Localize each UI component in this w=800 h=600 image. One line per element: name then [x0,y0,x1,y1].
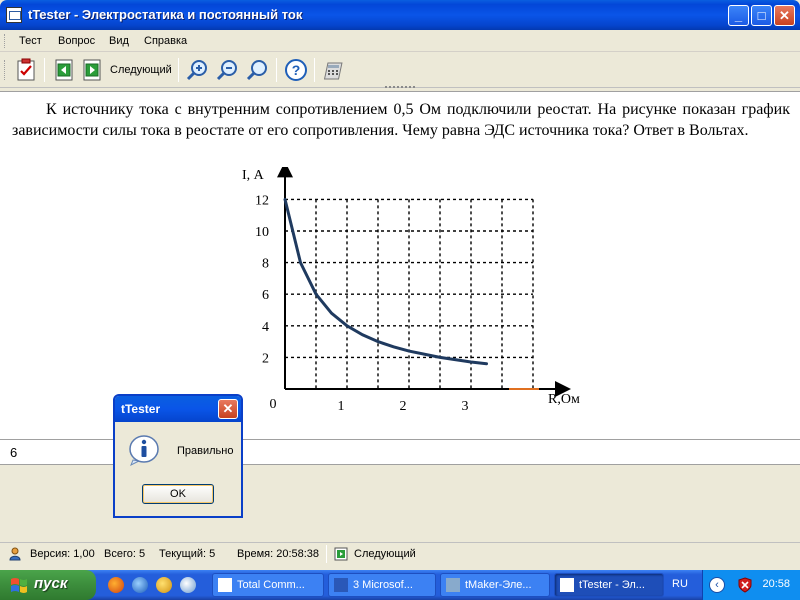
dialog-title: tTester [121,402,161,416]
menu-view[interactable]: Вид [109,35,129,47]
window-title: tTester - Электростатика и постоянный то… [28,7,303,22]
task-total-commander[interactable]: Total Comm... [212,573,324,597]
dialog-title-bar: tTester ✕ [115,396,241,422]
help-icon[interactable]: ? [284,58,308,82]
x-tick-label: 2 [400,399,407,414]
tray-expand-icon[interactable]: ‹ [709,577,725,593]
x-axis-label: R,Ом [548,392,580,407]
clock: 20:58 [762,578,790,590]
internet-explorer-icon[interactable] [132,577,148,593]
zoom-in-icon[interactable] [186,58,210,82]
toolbar-separator [314,58,315,82]
dialog-message: Правильно [177,445,234,457]
dialog-close-button[interactable]: ✕ [218,399,238,419]
y-tick-label: 10 [255,225,269,240]
settings-app-icon[interactable] [180,577,196,593]
back-icon[interactable] [52,58,76,82]
resize-handle[interactable] [385,86,415,90]
total-commander-icon [218,578,232,592]
x-tick-label: 0 [270,397,277,412]
next-icon[interactable] [334,547,348,561]
calculator-icon[interactable] [320,58,344,82]
task-tmaker[interactable]: tMaker-Эле... [440,573,550,597]
y-tick-label: 2 [262,351,269,366]
forward-icon[interactable] [80,58,104,82]
media-player-icon[interactable] [156,577,172,593]
close-button[interactable]: ✕ [774,5,795,26]
maximize-button[interactable]: □ [751,5,772,26]
question-panel: К источнику тока с внутренним сопротивле… [0,91,800,439]
y-axis-label: I, А [242,168,265,183]
answer-value: 6 [10,445,18,460]
y-tick-label: 4 [262,320,269,335]
title-bar: tTester - Электростатика и постоянный то… [0,0,800,30]
result-dialog: tTester ✕ Правильно OK [113,394,243,518]
ttester-icon [560,578,574,592]
x-tick-label: 1 [338,399,345,414]
question-text: К источнику тока с внутренним сопротивле… [12,101,790,139]
next-toolbar-button[interactable]: Следующий [110,64,172,76]
language-indicator[interactable]: RU [672,578,688,590]
svg-text:?: ? [292,62,301,78]
status-bar: Версия: 1,00 Всего: 5 Текущий: 5 Время: … [0,542,800,566]
series-line [283,197,488,366]
word-icon [334,578,348,592]
y-tick-label: 8 [262,257,269,272]
zoom-out-icon[interactable] [216,58,240,82]
start-button[interactable]: пуск [0,570,96,600]
menu-question[interactable]: Вопрос [58,35,95,47]
menu-help[interactable]: Справка [144,35,187,47]
menu-grip [4,34,7,48]
security-shield-icon[interactable] [737,577,753,593]
chart-tick-labels: 0 1 2 324681012 [255,193,469,414]
toolbar-grip [4,60,7,80]
firefox-icon[interactable] [108,577,124,593]
status-separator [326,545,327,563]
windows-logo-icon [11,578,27,593]
start-label: пуск [34,575,68,592]
task-ttester[interactable]: tTester - Эл... [554,573,664,597]
status-version: Версия: 1,00 [30,548,95,560]
tmaker-icon [446,578,460,592]
status-next-button[interactable]: Следующий [354,548,416,560]
current-vs-resistance-chart: 0 1 2 324681012 I, А R,Ом [242,167,580,414]
y-tick-label: 12 [255,193,269,208]
toolbar-separator [178,58,179,82]
toolbar-separator [44,58,45,82]
task-microsoft-word[interactable]: 3 Microsof... [328,573,436,597]
info-icon [129,435,159,466]
toolbar: Следующий ? [0,52,800,88]
status-current: Текущий: 5 [159,548,216,560]
menu-bar: Тест Вопрос Вид Справка [0,30,800,52]
taskbar: пуск Total Comm... 3 Microsof... tMaker-… [0,570,800,600]
y-tick-label: 6 [262,288,269,303]
checklist-icon[interactable] [14,58,38,82]
status-time: Время: 20:58:38 [237,548,320,560]
x-tick-label: 3 [462,399,469,414]
chart-grid [285,198,534,389]
system-tray: ‹ 20:58 [702,570,800,600]
menu-test[interactable]: Тест [19,35,42,47]
app-icon [6,7,22,23]
toolbar-separator [276,58,277,82]
minimize-button[interactable]: _ [728,5,749,26]
user-icon [9,547,21,561]
status-total: Всего: 5 [104,548,146,560]
zoom-icon[interactable] [246,58,270,82]
ok-button[interactable]: OK [142,484,214,504]
